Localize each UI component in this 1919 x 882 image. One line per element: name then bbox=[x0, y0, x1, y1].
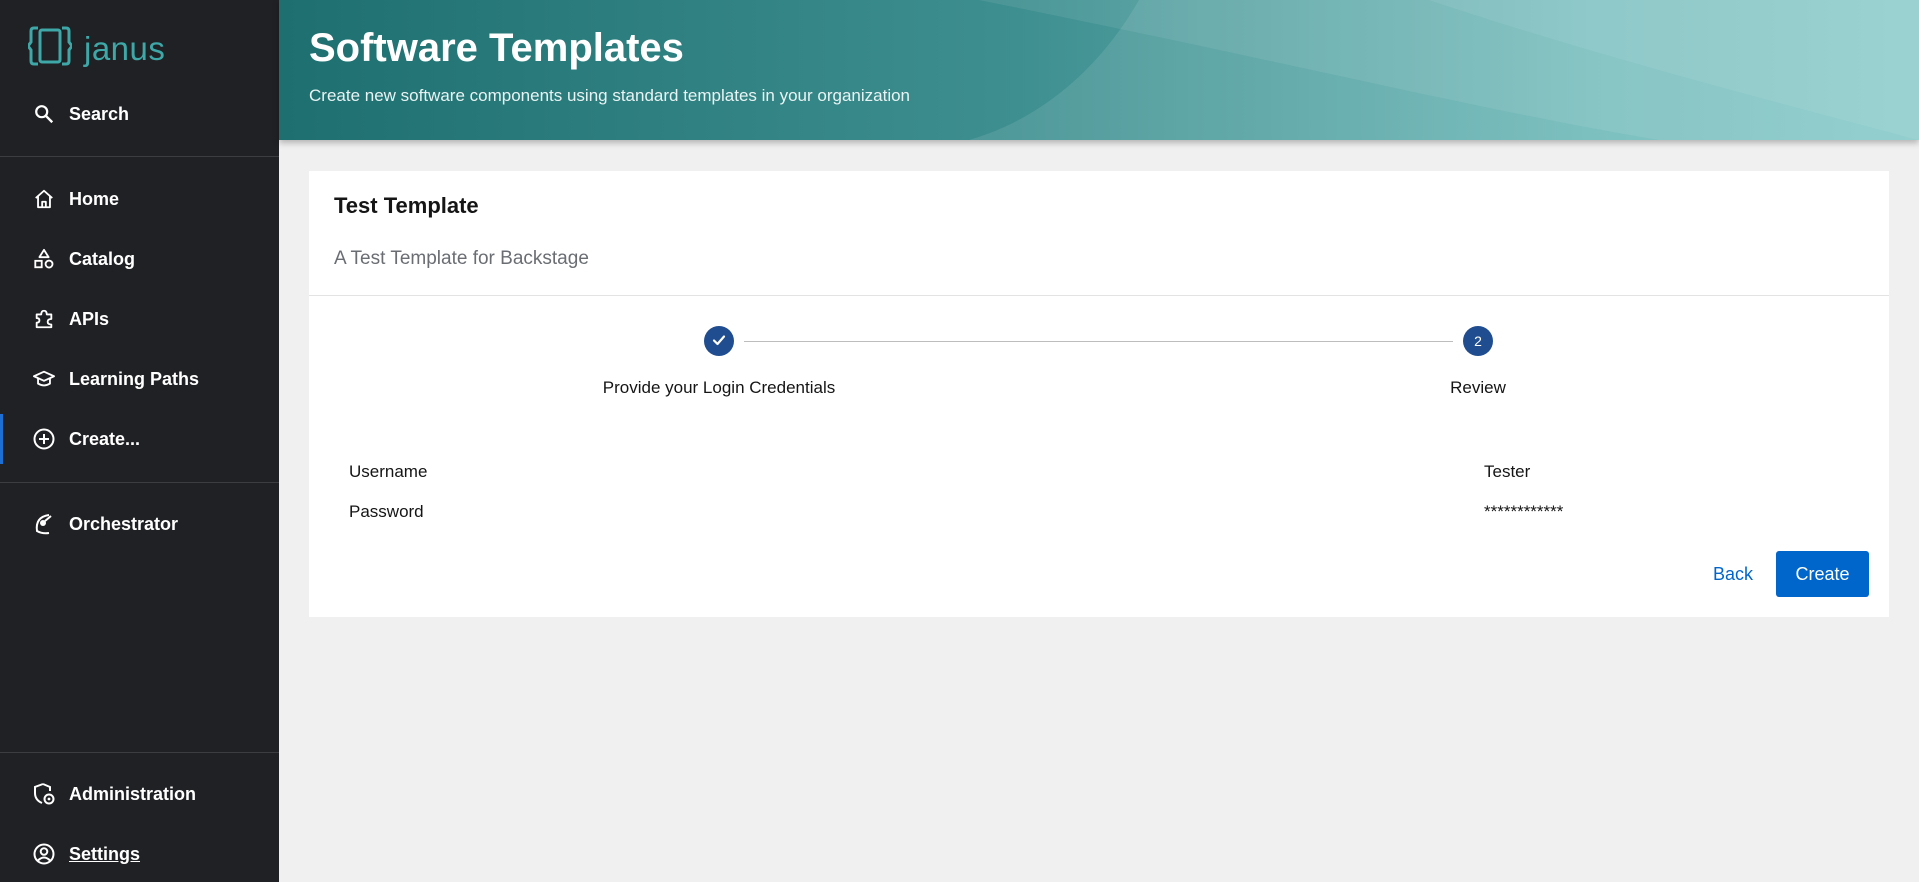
template-description: A Test Template for Backstage bbox=[334, 248, 589, 269]
sidebar-divider bbox=[0, 482, 279, 483]
sidebar-item-label: Catalog bbox=[69, 248, 136, 269]
check-icon bbox=[711, 332, 727, 351]
sidebar: janus Search Home Catalog APIs Learning … bbox=[0, 0, 279, 882]
review-value: ************ bbox=[1484, 502, 1564, 521]
sidebar-item-label: Create... bbox=[69, 428, 141, 449]
step-2-label: Review bbox=[1450, 378, 1506, 397]
puzzle-icon bbox=[32, 307, 56, 331]
user-circle-icon bbox=[32, 842, 56, 866]
sidebar-item-create[interactable]: Create... bbox=[0, 414, 282, 464]
template-title: Test Template bbox=[334, 193, 479, 218]
page-title: Software Templates bbox=[309, 26, 684, 70]
home-icon bbox=[32, 187, 56, 211]
sidebar-item-label: Search bbox=[69, 103, 130, 124]
brand-logo[interactable]: janus bbox=[26, 24, 166, 73]
step-number: 2 bbox=[1474, 333, 1482, 349]
sidebar-divider bbox=[0, 156, 279, 157]
sidebar-item-settings[interactable]: Settings bbox=[0, 829, 279, 879]
brand-name: janus bbox=[84, 29, 166, 67]
sidebar-item-label: Settings bbox=[69, 843, 141, 864]
step-connector bbox=[744, 341, 1453, 342]
graduation-cap-icon bbox=[32, 367, 56, 391]
catalog-icon bbox=[32, 247, 56, 271]
review-value: Tester bbox=[1484, 462, 1531, 481]
sidebar-item-search[interactable]: Search bbox=[0, 89, 279, 139]
card-divider bbox=[309, 295, 1889, 296]
sidebar-item-label: Home bbox=[69, 188, 120, 209]
sidebar-divider bbox=[0, 752, 279, 753]
sidebar-item-home[interactable]: Home bbox=[0, 174, 279, 224]
template-card: Test Template A Test Template for Backst… bbox=[309, 171, 1889, 617]
sidebar-item-label: Orchestrator bbox=[69, 513, 179, 534]
sidebar-item-label: APIs bbox=[69, 308, 110, 329]
sidebar-item-learning-paths[interactable]: Learning Paths bbox=[0, 354, 279, 404]
review-label: Password bbox=[349, 502, 424, 521]
sidebar-item-apis[interactable]: APIs bbox=[0, 294, 279, 344]
back-button[interactable]: Back bbox=[1695, 551, 1771, 597]
page-header: Software Templates Create new software c… bbox=[279, 0, 1919, 140]
step-2-active: 2 bbox=[1463, 326, 1493, 356]
orchestrator-icon bbox=[32, 512, 56, 536]
sidebar-item-orchestrator[interactable]: Orchestrator bbox=[0, 499, 279, 549]
sidebar-item-catalog[interactable]: Catalog bbox=[0, 234, 279, 284]
sidebar-item-label: Learning Paths bbox=[69, 368, 200, 389]
logo-icon bbox=[26, 24, 74, 73]
create-button[interactable]: Create bbox=[1776, 551, 1869, 597]
plus-circle-icon bbox=[32, 427, 56, 451]
step-1-label: Provide your Login Credentials bbox=[602, 378, 836, 397]
page-subtitle: Create new software components using sta… bbox=[309, 86, 911, 105]
sidebar-item-label: Administration bbox=[69, 783, 197, 804]
search-icon bbox=[32, 102, 56, 126]
review-label: Username bbox=[349, 462, 428, 481]
shield-gear-icon bbox=[32, 782, 56, 806]
sidebar-item-administration[interactable]: Administration bbox=[0, 769, 279, 819]
step-1-completed bbox=[704, 326, 734, 356]
